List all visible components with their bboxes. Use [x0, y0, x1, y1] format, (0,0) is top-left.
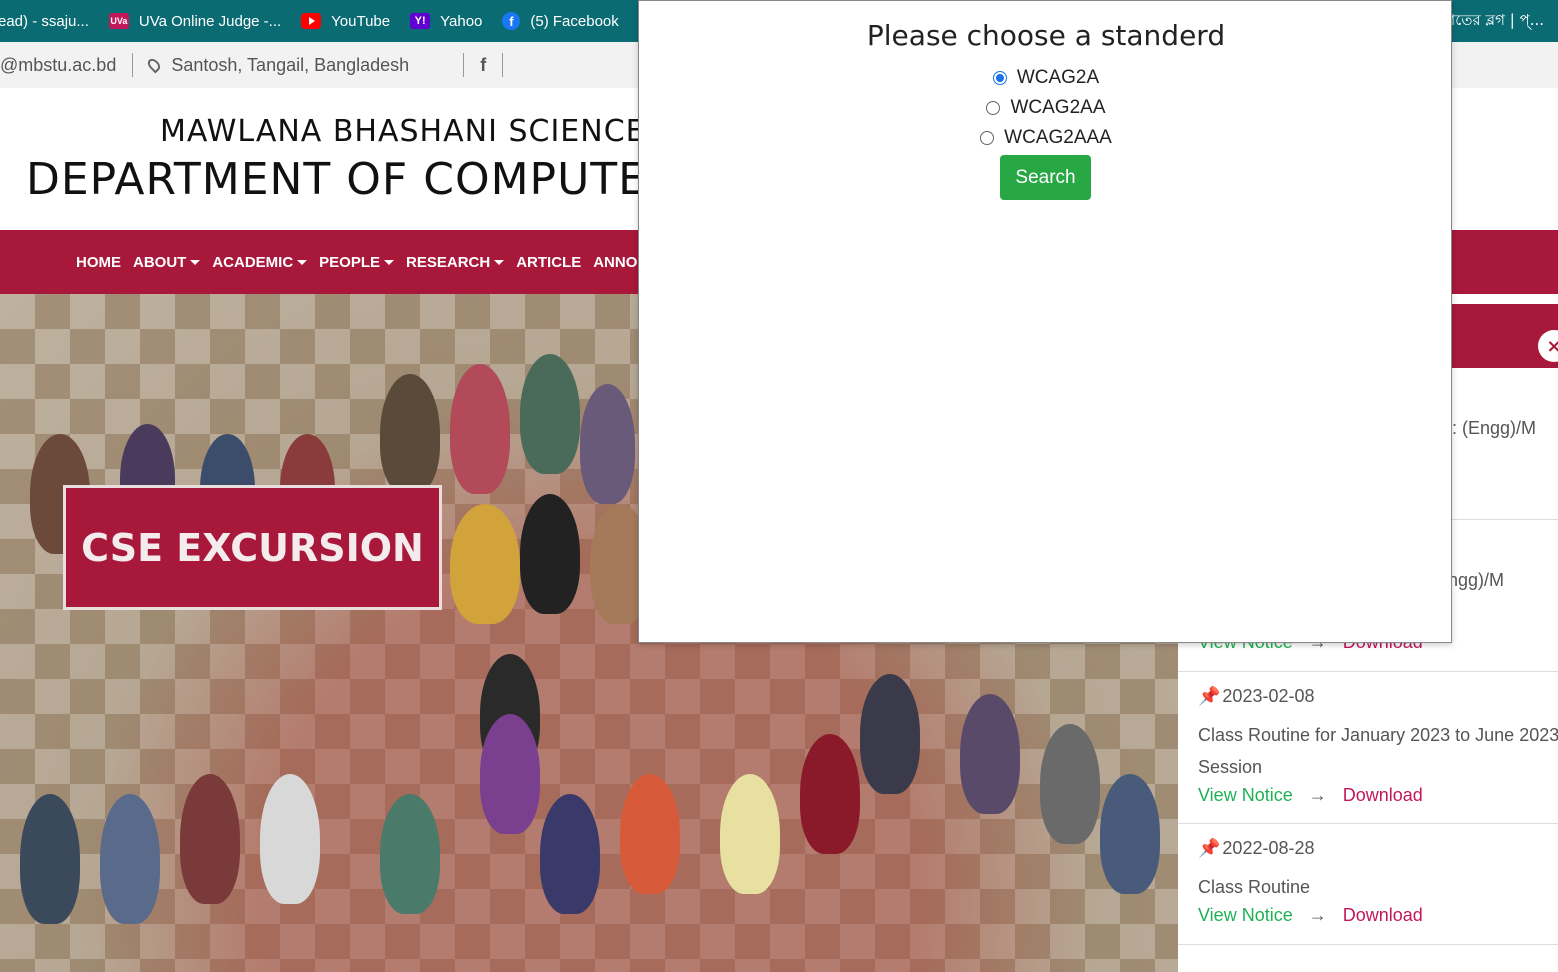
- download-link[interactable]: Download: [1343, 905, 1423, 926]
- photo-figure: [450, 504, 520, 624]
- notice-title-line: Class Routine for January 2023 to June 2…: [1198, 725, 1558, 745]
- standard-dialog: Please choose a standerd WCAG2A WCAG2AA …: [638, 0, 1452, 643]
- nav-label: ABOUT: [133, 253, 187, 271]
- photo-figure: [860, 674, 920, 794]
- notice-date-text: 2022-08-28: [1222, 838, 1315, 858]
- photo-figure: [380, 374, 440, 494]
- notice-date: 📌 2022-08-28: [1198, 838, 1558, 859]
- arrow-icon: →: [1308, 785, 1327, 805]
- radio-wcag2aa[interactable]: WCAG2AA: [639, 97, 1453, 119]
- notice-title: Class Routine for January 2023 to June 2…: [1198, 719, 1558, 783]
- nav-home[interactable]: HOME: [76, 254, 121, 271]
- nav-label: ACADEMIC: [212, 253, 294, 271]
- contact-email[interactable]: @mbstu.ac.bd: [0, 55, 116, 76]
- bookmark-label: Yahoo: [440, 12, 483, 30]
- radio-wcag2aaa[interactable]: WCAG2AAA: [639, 127, 1453, 149]
- close-icon[interactable]: ×: [1538, 330, 1558, 362]
- notice-title-line: Class Routine: [1198, 877, 1311, 897]
- caret-down-icon: [494, 259, 505, 265]
- download-link[interactable]: Download: [1343, 785, 1423, 806]
- divider: [132, 53, 134, 77]
- nav-label: PEOPLE: [319, 253, 381, 271]
- bookmark-label: (5) Facebook: [530, 12, 619, 30]
- view-notice-link[interactable]: View Notice: [1198, 905, 1293, 926]
- view-notice-link[interactable]: View Notice: [1198, 785, 1293, 806]
- photo-figure: [540, 794, 600, 914]
- caret-down-icon: [190, 259, 201, 265]
- photo-figure: [520, 354, 580, 474]
- nav-label: ARTICLE: [516, 253, 582, 271]
- bookmark-yahoo[interactable]: Y! Yahoo: [410, 13, 482, 30]
- uva-icon: UVa: [108, 13, 129, 29]
- photo-figure: [260, 774, 320, 904]
- arrow-icon: →: [1308, 905, 1327, 925]
- search-button[interactable]: Search: [1000, 155, 1091, 200]
- photo-figure: [100, 794, 160, 924]
- caret-down-icon: [297, 259, 308, 265]
- photo-figure: [180, 774, 240, 904]
- notice-date: 📌 2023-02-08: [1198, 686, 1558, 707]
- nav-label: ANNO: [593, 253, 638, 271]
- facebook-icon[interactable]: f: [480, 55, 486, 76]
- photo-figure: [380, 794, 440, 914]
- dialog-title: Please choose a standerd: [866, 19, 1226, 52]
- photo-figure: [450, 364, 510, 494]
- hero-caption[interactable]: CSE EXCURSION: [63, 485, 442, 610]
- nav-article[interactable]: ARTICLE: [516, 254, 581, 271]
- divider: [502, 53, 504, 77]
- photo-figure: [580, 384, 635, 504]
- divider: [463, 53, 465, 77]
- notice-date-text: 2023-02-08: [1222, 686, 1315, 706]
- youtube-icon: [301, 13, 322, 29]
- bookmark-label: UVa Online Judge -...: [138, 12, 282, 30]
- radio-button[interactable]: [980, 131, 995, 145]
- nav-label: RESEARCH: [406, 253, 491, 271]
- photo-figure: [620, 774, 680, 894]
- bookmark-uva[interactable]: UVa UVa Online Judge -...: [108, 12, 282, 30]
- pushpin-icon: 📌: [1198, 686, 1221, 706]
- radio-label: WCAG2A: [1016, 67, 1100, 88]
- photo-figure: [1100, 774, 1160, 894]
- nav-academic[interactable]: ACADEMIC: [212, 253, 308, 271]
- nav-people[interactable]: PEOPLE: [319, 253, 395, 271]
- bookmark-youtube[interactable]: YouTube: [301, 13, 390, 30]
- photo-figure: [720, 774, 780, 894]
- notice-title-line: Session: [1198, 757, 1263, 777]
- nav-research[interactable]: RESEARCH: [406, 253, 505, 271]
- photo-figure: [20, 794, 80, 924]
- facebook-icon: f: [502, 12, 521, 30]
- notice-item: 📌 2023-02-08 Class Routine for January 2…: [1178, 672, 1558, 824]
- photo-figure: [480, 714, 540, 834]
- location-pin-icon: [145, 56, 163, 74]
- caret-down-icon: [384, 259, 395, 265]
- radio-button-checked[interactable]: [992, 71, 1007, 85]
- photo-figure: [1040, 724, 1100, 844]
- yahoo-icon: Y!: [410, 13, 431, 29]
- bookmark-label: ead) - ssaju...: [0, 12, 89, 30]
- radio-button[interactable]: [986, 101, 1001, 115]
- nav-label: HOME: [76, 253, 121, 271]
- radio-label: WCAG2AA: [1010, 97, 1106, 118]
- bookmark-label: YouTube: [331, 12, 391, 30]
- photo-figure: [520, 494, 580, 614]
- bookmark-item[interactable]: ead) - ssaju...: [0, 13, 89, 30]
- radio-wcag2a[interactable]: WCAG2A: [639, 67, 1453, 89]
- hero-caption-text: CSE EXCURSION: [81, 525, 424, 570]
- notice-links: View Notice → Download: [1198, 905, 1558, 926]
- bookmark-facebook[interactable]: f (5) Facebook: [502, 12, 619, 30]
- photo-figure: [960, 694, 1020, 814]
- notice-item: 📌 2022-08-28 Class Routine View Notice →…: [1178, 824, 1558, 945]
- notice-title: Class Routine: [1198, 871, 1558, 903]
- photo-figure: [800, 734, 860, 854]
- pushpin-icon: 📌: [1198, 838, 1221, 858]
- nav-about[interactable]: ABOUT: [133, 253, 201, 271]
- contact-location: Santosh, Tangail, Bangladesh: [171, 54, 410, 75]
- radio-label: WCAG2AAA: [1004, 127, 1112, 148]
- notice-links: View Notice → Download: [1198, 785, 1558, 806]
- nav-announcement[interactable]: ANNO: [593, 254, 637, 271]
